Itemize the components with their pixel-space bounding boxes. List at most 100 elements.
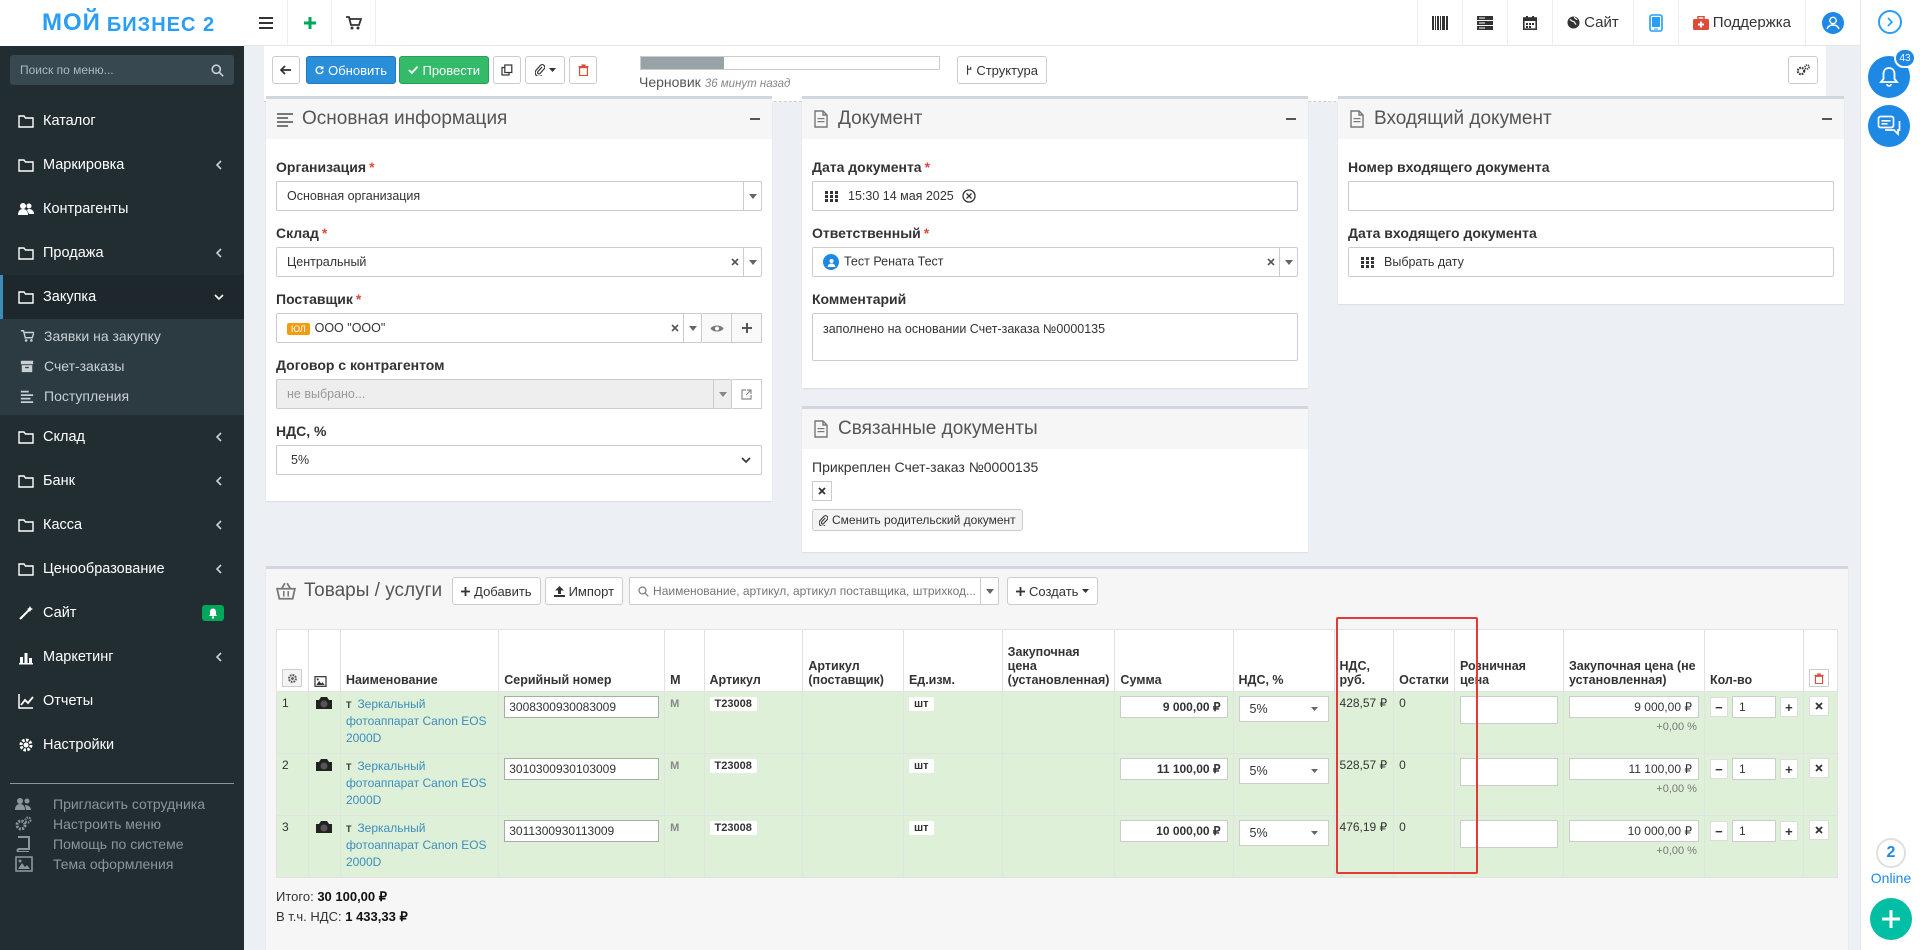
collapse-icon[interactable]	[1822, 118, 1832, 120]
column-name[interactable]: Наименование	[339, 629, 500, 692]
delete-all-button[interactable]	[1808, 669, 1829, 687]
structure-button[interactable]: Структура	[957, 56, 1047, 84]
increase-qty-button[interactable]: +	[1779, 821, 1798, 841]
column-vat-rub[interactable]: НДС, руб.	[1333, 629, 1395, 692]
clear-icon[interactable]	[1263, 258, 1279, 266]
quick-add-button[interactable]	[288, 0, 332, 46]
settings-button[interactable]	[1788, 56, 1818, 84]
register-button[interactable]	[1462, 0, 1507, 46]
remove-row-button[interactable]	[1808, 758, 1829, 778]
dropdown-toggle[interactable]	[713, 380, 731, 408]
camera-icon[interactable]	[314, 696, 334, 710]
sidebar-item-warehouse[interactable]: Склад	[0, 415, 244, 459]
serial-input[interactable]: 3010300930103009	[504, 758, 660, 780]
add-supplier-button[interactable]	[732, 313, 762, 343]
qty-input[interactable]: 1	[1731, 758, 1776, 780]
sidebar-item-settings[interactable]: Настройки	[0, 723, 244, 767]
delete-button[interactable]	[569, 56, 597, 84]
refresh-button[interactable]: Обновить	[306, 56, 396, 84]
clear-icon[interactable]	[727, 258, 743, 266]
vat-select[interactable]: 5%	[1238, 758, 1329, 784]
price-input[interactable]: 10 000,00 ₽	[1568, 820, 1699, 842]
sidebar-item-marking[interactable]: Маркировка	[0, 143, 244, 187]
decrease-qty-button[interactable]: −	[1709, 759, 1728, 779]
contract-select[interactable]: не выбрано...	[276, 379, 732, 409]
back-button[interactable]	[272, 56, 300, 84]
org-select[interactable]: Основная организация	[276, 181, 762, 211]
price-input[interactable]: 11 100,00 ₽	[1568, 758, 1699, 780]
product-link[interactable]: Зеркальный фотоаппарат Canon EOS 2000D	[346, 759, 487, 807]
chat-button[interactable]	[1868, 105, 1910, 147]
mobile-app-button[interactable]	[1632, 0, 1678, 46]
sidebar-item-marketing[interactable]: Маркетинг	[0, 635, 244, 679]
support-link[interactable]: Поддержка	[1677, 0, 1805, 46]
barcode-button[interactable]	[1417, 0, 1462, 46]
qty-input[interactable]: 1	[1731, 820, 1776, 842]
incoming-number-input[interactable]	[1348, 181, 1834, 211]
remove-row-button[interactable]	[1808, 696, 1829, 716]
sidebar-item-catalog[interactable]: Каталог	[0, 99, 244, 143]
user-menu-button[interactable]	[1805, 0, 1860, 46]
sidebar-help[interactable]: Помощь по системе	[0, 834, 244, 854]
warehouse-select[interactable]: Центральный	[276, 247, 762, 277]
increase-qty-button[interactable]: +	[1779, 697, 1798, 717]
price-input[interactable]: 9 000,00 ₽	[1568, 696, 1699, 718]
sidebar-subitem-invoices[interactable]: Счет-заказы	[0, 351, 244, 381]
dropdown-toggle[interactable]	[683, 314, 701, 342]
menu-toggle-button[interactable]	[244, 0, 288, 46]
decrease-qty-button[interactable]: −	[1709, 697, 1728, 717]
detach-button[interactable]	[812, 481, 832, 501]
vat-select[interactable]: 5%	[1238, 696, 1329, 722]
cart-button[interactable]	[332, 0, 376, 46]
sidebar-item-reports[interactable]: Отчеты	[0, 679, 244, 723]
sum-input[interactable]: 11 100,00 ₽	[1120, 758, 1228, 780]
sidebar-item-site[interactable]: Сайт	[0, 591, 244, 635]
change-parent-button[interactable]: Сменить родительский документ	[812, 509, 1023, 531]
serial-input[interactable]: 3011300930113009	[504, 820, 660, 842]
vat-select[interactable]: 5%	[1238, 820, 1329, 846]
rail-collapse-button[interactable]	[1878, 10, 1902, 34]
increase-qty-button[interactable]: +	[1779, 759, 1798, 779]
add-item-button[interactable]: Добавить	[452, 577, 541, 605]
sum-input[interactable]: 9 000,00 ₽	[1120, 696, 1228, 718]
retail-input[interactable]	[1459, 820, 1558, 848]
logo[interactable]: МОЙ БИЗНЕС 2	[0, 0, 244, 46]
column-serial[interactable]: Серийный номер	[498, 629, 666, 692]
vat-select[interactable]: 5%	[276, 445, 762, 475]
serial-input[interactable]: 3008300930083009	[504, 696, 660, 718]
sidebar-theme[interactable]: Тема оформления	[0, 854, 244, 874]
menu-search-input[interactable]	[20, 63, 211, 77]
sum-input[interactable]: 10 000,00 ₽	[1120, 820, 1228, 842]
create-dropdown-button[interactable]: Создать	[1007, 577, 1099, 605]
sidebar-configure-menu[interactable]: Настроить меню	[0, 814, 244, 834]
search-icon[interactable]	[211, 63, 224, 77]
camera-icon[interactable]	[314, 820, 334, 834]
online-indicator[interactable]: 2 Online	[1861, 838, 1920, 886]
product-search-input[interactable]	[649, 584, 981, 598]
incoming-date-input[interactable]: Выбрать дату	[1348, 247, 1834, 277]
product-search-select[interactable]	[629, 577, 1000, 605]
dropdown-toggle[interactable]	[743, 182, 761, 210]
supplier-select[interactable]: ЮЛ ООО "ООО"	[276, 313, 702, 343]
notifications-button[interactable]: 43	[1868, 48, 1916, 98]
attach-dropdown-button[interactable]	[525, 56, 565, 84]
product-link[interactable]: Зеркальный фотоаппарат Canon EOS 2000D	[346, 697, 487, 745]
sidebar-item-bank[interactable]: Банк	[0, 459, 244, 503]
sidebar-invite[interactable]: Пригласить сотрудника	[0, 794, 244, 814]
remove-row-button[interactable]	[1808, 820, 1829, 840]
column-retail[interactable]: Розничная цена	[1453, 629, 1564, 692]
qty-input[interactable]: 1	[1731, 696, 1776, 718]
view-supplier-button[interactable]	[702, 313, 732, 343]
import-button[interactable]: Импорт	[544, 577, 624, 605]
decrease-qty-button[interactable]: −	[1709, 821, 1728, 841]
collapse-icon[interactable]	[750, 118, 760, 120]
collapse-icon[interactable]	[1286, 118, 1296, 120]
sidebar-item-sales[interactable]: Продажа	[0, 231, 244, 275]
column-sum[interactable]: Сумма	[1114, 629, 1234, 692]
column-settings-button[interactable]	[282, 669, 302, 687]
column-unit[interactable]: Ед.изм.	[902, 629, 1003, 692]
open-contract-button[interactable]	[732, 379, 762, 409]
document-date-input[interactable]: 15:30 14 мая 2025	[812, 181, 1298, 211]
post-button[interactable]: Провести	[399, 56, 489, 84]
floating-add-button[interactable]	[1870, 898, 1912, 940]
